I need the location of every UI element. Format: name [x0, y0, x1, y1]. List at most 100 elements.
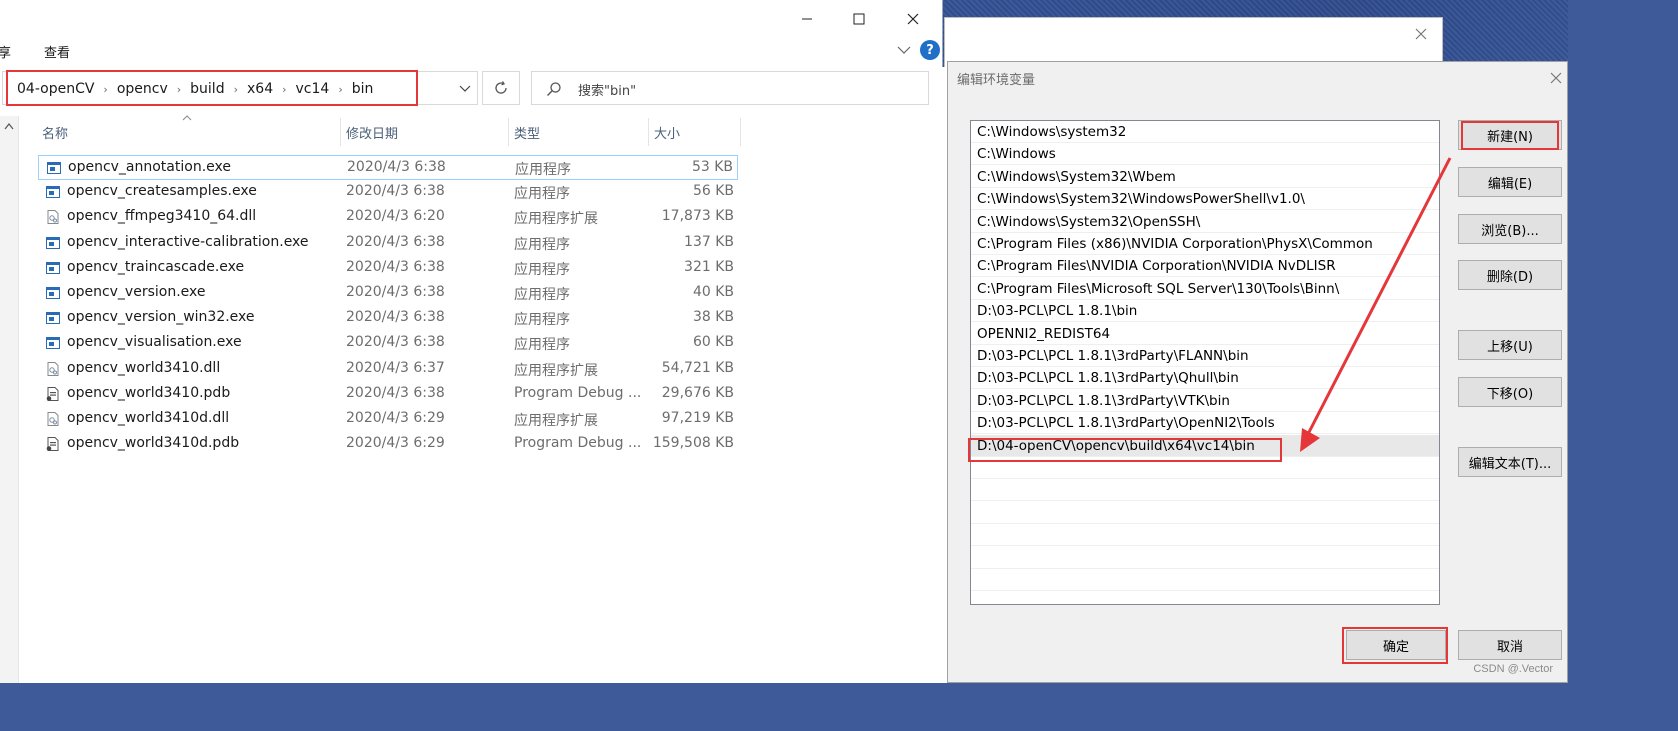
file-name: opencv_visualisation.exe	[67, 334, 242, 351]
scroll-up-icon[interactable]	[4, 122, 14, 130]
file-row[interactable]: opencv_visualisation.exe 2020/4/3 6:38 应用程…	[38, 331, 738, 356]
delete-button[interactable]: 删除(D)	[1458, 260, 1562, 290]
close-icon[interactable]	[1415, 28, 1427, 40]
move-up-button[interactable]: 上移(U)	[1458, 330, 1562, 360]
refresh-button[interactable]	[482, 71, 520, 105]
column-header-date[interactable]: 修改日期	[346, 118, 398, 146]
file-name: opencv_world3410.dll	[67, 359, 221, 376]
browse-button[interactable]: 浏览(B)...	[1458, 214, 1562, 244]
column-header-size[interactable]: 大小	[654, 118, 680, 146]
column-divider[interactable]	[648, 118, 649, 146]
file-date: 2020/4/3 6:29	[346, 435, 445, 452]
file-row[interactable]: opencv_createsamples.exe 2020/4/3 6:38 应用程…	[38, 180, 738, 205]
highlight-box-new-path	[968, 438, 1282, 462]
tab-view[interactable]: 查看	[44, 42, 70, 61]
path-item-empty[interactable]	[971, 569, 1439, 591]
search-placeholder: 搜索"bin"	[578, 84, 637, 99]
file-date: 2020/4/3 6:37	[346, 359, 445, 376]
dll-icon	[45, 209, 61, 225]
file-size: 97,219 KB	[661, 410, 734, 426]
exe-icon	[45, 310, 61, 326]
file-type: 应用程序扩展	[514, 211, 598, 228]
file-type: 应用程序	[514, 337, 570, 354]
file-explorer-window: 享 查看 ? 04-openCV›opencv›build›x64›vc14›b…	[0, 0, 943, 683]
file-type: 应用程序	[514, 186, 570, 203]
file-name: opencv_ffmpeg3410_64.dll	[67, 208, 257, 225]
close-icon	[907, 13, 919, 25]
file-row[interactable]: opencv_version.exe 2020/4/3 6:38 应用程序 40 KB	[38, 281, 738, 306]
file-name: opencv_version_win32.exe	[67, 309, 255, 326]
file-date: 2020/4/3 6:38	[346, 384, 445, 401]
highlight-box-new-button	[1461, 121, 1559, 150]
file-date: 2020/4/3 6:38	[346, 309, 445, 326]
file-row[interactable]: opencv_world3410.pdb 2020/4/3 6:38 Program…	[38, 382, 738, 407]
maximize-button[interactable]	[832, 0, 886, 38]
exe-icon	[45, 285, 61, 301]
path-item-empty[interactable]	[971, 547, 1439, 569]
search-input[interactable]: 搜索"bin"	[531, 71, 929, 105]
file-size: 137 KB	[684, 233, 734, 250]
file-row[interactable]: opencv_traincascade.exe 2020/4/3 6:38 应用程序…	[38, 256, 738, 281]
file-row[interactable]: opencv_version_win32.exe 2020/4/3 6:38 应用程…	[38, 306, 738, 331]
minimize-button[interactable]	[780, 0, 834, 38]
dialog-title: 编辑环境变量	[957, 73, 1036, 88]
file-type: 应用程序	[514, 312, 570, 329]
file-row[interactable]: opencv_interactive-calibration.exe 2020/4…	[38, 231, 738, 256]
file-date: 2020/4/3 6:38	[347, 159, 446, 175]
path-item-empty[interactable]	[971, 524, 1439, 547]
file-name: opencv_world3410d.dll	[67, 410, 230, 426]
column-divider[interactable]	[508, 118, 509, 146]
refresh-icon	[495, 81, 507, 94]
chevron-down-icon[interactable]	[897, 45, 911, 55]
file-name: opencv_world3410d.pdb	[67, 435, 240, 452]
edit-environment-variable-dialog: 编辑环境变量 C:\Windows\system32 C:\Windows C:\W…	[947, 61, 1568, 683]
file-date: 2020/4/3 6:38	[346, 233, 445, 250]
path-item-empty[interactable]	[971, 502, 1439, 524]
file-date: 2020/4/3 6:38	[346, 183, 445, 200]
ribbon-tabs: 享 查看 ?	[0, 38, 942, 64]
pdb-icon	[45, 386, 61, 402]
exe-icon	[45, 184, 61, 200]
file-row[interactable]: opencv_world3410d.dll 2020/4/3 6:29 应用程序扩展…	[38, 407, 738, 432]
chevron-down-icon[interactable]	[459, 85, 471, 93]
file-date: 2020/4/3 6:38	[346, 258, 445, 275]
file-row[interactable]: opencv_annotation.exe 2020/4/3 6:38 应用程序 53…	[38, 155, 738, 180]
file-date: 2020/4/3 6:38	[346, 284, 445, 300]
exe-icon	[45, 235, 61, 251]
sort-ascending-icon	[182, 115, 192, 121]
close-icon[interactable]	[1549, 71, 1563, 85]
file-row[interactable]: opencv_world3410.dll 2020/4/3 6:37 应用程序扩展 5…	[38, 357, 738, 382]
tab-share[interactable]: 享	[0, 42, 11, 61]
edit-text-button[interactable]: 编辑文本(T)...	[1458, 447, 1562, 477]
file-size: 60 KB	[692, 334, 734, 351]
navigation-pane[interactable]	[0, 116, 19, 683]
exe-icon	[45, 335, 61, 351]
file-type: 应用程序扩展	[514, 413, 598, 429]
file-name: opencv_interactive-calibration.exe	[67, 233, 309, 250]
path-item-empty[interactable]	[971, 479, 1439, 502]
minimize-icon	[802, 18, 812, 20]
file-date: 2020/4/3 6:38	[346, 334, 445, 351]
file-type: 应用程序	[515, 162, 571, 178]
edit-button[interactable]: 编辑(E)	[1458, 167, 1562, 197]
column-header-type[interactable]: 类型	[514, 118, 540, 146]
help-icon[interactable]: ?	[920, 40, 940, 60]
column-divider[interactable]	[340, 118, 341, 146]
cancel-button[interactable]: 取消	[1458, 630, 1562, 660]
close-button[interactable]	[886, 0, 940, 38]
column-divider[interactable]	[740, 118, 741, 146]
file-type: Program Debug ...	[514, 435, 642, 452]
file-type: 应用程序	[514, 261, 570, 278]
move-down-button[interactable]: 下移(O)	[1458, 377, 1562, 407]
file-size: 53 KB	[691, 159, 733, 175]
column-header-name[interactable]: 名称	[42, 118, 68, 146]
path-item[interactable]: C:\Windows\system32	[971, 121, 1439, 143]
annotation-arrow	[1300, 157, 1452, 452]
file-date: 2020/4/3 6:20	[346, 208, 445, 225]
file-row[interactable]: opencv_world3410d.pdb 2020/4/3 6:29 Progra…	[38, 432, 738, 457]
file-size: 56 KB	[692, 183, 734, 200]
highlight-box-address	[6, 70, 418, 106]
path-item-empty[interactable]	[971, 591, 1439, 604]
watermark: CSDN @.Vector	[1473, 663, 1553, 675]
file-row[interactable]: opencv_ffmpeg3410_64.dll 2020/4/3 6:20 应用程…	[38, 205, 738, 230]
